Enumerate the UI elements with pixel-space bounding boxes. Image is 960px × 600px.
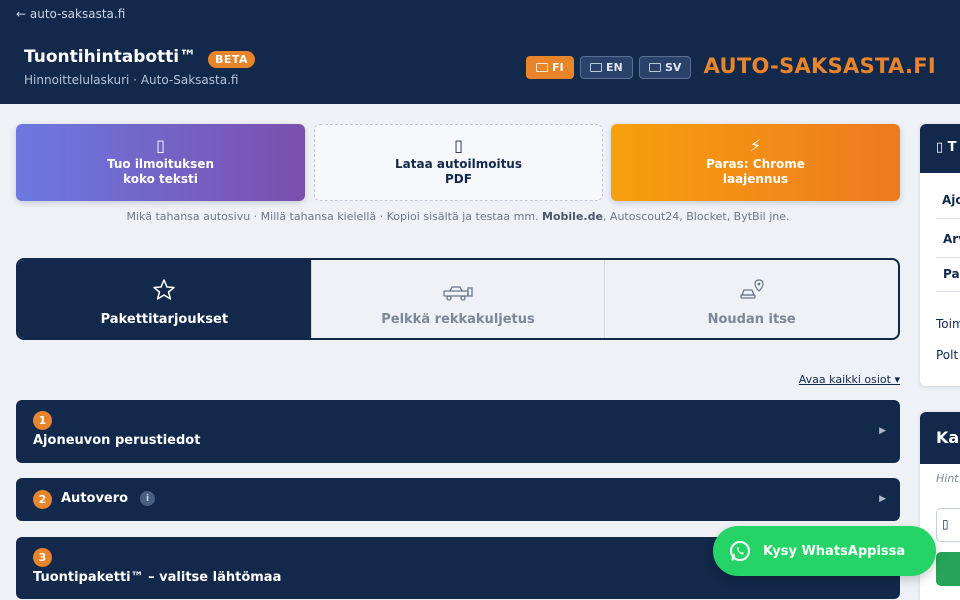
card-label-line1: Lataa autoilmoitus	[395, 157, 522, 171]
tab-label: Noudan itse	[707, 312, 796, 327]
car-pin-icon	[740, 279, 764, 299]
app-title: Tuontihintabotti™	[24, 47, 197, 67]
calculator-panel: Ka Hint ▯	[920, 412, 960, 600]
back-link[interactable]: ← auto-saksasta.fi	[16, 7, 125, 21]
section-title: Autovero	[61, 491, 129, 506]
calculator-subtitle: Hint	[936, 472, 959, 485]
import-hint: Mikä tahansa autosivu · Millä tahansa ki…	[16, 210, 900, 223]
tab-self-pickup[interactable]: Noudan itse	[604, 260, 898, 338]
brand-logo[interactable]: AUTO-SAKSASTA.FI	[704, 54, 936, 78]
divider	[936, 218, 960, 219]
section-number: 2	[33, 490, 52, 509]
calculator-input[interactable]: ▯	[936, 508, 960, 542]
app-subtitle: Hinnoittelulaskuri · Auto-Saksasta.fi	[24, 73, 239, 87]
tab-label: Pakettitarjoukset	[100, 312, 229, 327]
language-code: FI	[552, 61, 564, 74]
card-label-line1: Tuo ilmoituksen	[106, 157, 214, 171]
card-label-line2: PDF	[445, 172, 472, 186]
expand-arrow-icon: ▶	[879, 426, 886, 436]
summary-row: Toim	[936, 317, 960, 331]
clipboard-icon: ▯	[156, 136, 165, 155]
section-vehicle-basics[interactable]: 1 Ajoneuvon perustiedot ▶	[16, 400, 900, 463]
beta-badge: BETA	[208, 51, 256, 68]
language-button-fi[interactable]: FI	[526, 56, 574, 79]
summary-row: Arv	[943, 232, 960, 246]
hint-bold: Mobile.de	[542, 210, 603, 223]
upload-pdf-button[interactable]: ▯ Lataa autoilmoitus PDF	[314, 124, 603, 201]
divider	[936, 257, 960, 258]
tab-truck-transport[interactable]: Pelkkä rekkakuljetus	[310, 260, 605, 338]
open-all-sections-link[interactable]: Avaa kaikki osiot ▾	[799, 373, 900, 386]
tab-label: Pelkkä rekkakuljetus	[381, 312, 535, 327]
language-code: SV	[665, 61, 682, 74]
language-button-en[interactable]: EN	[580, 56, 633, 79]
hint-after: , Autoscout24, Blocket, BytBil jne.	[602, 210, 790, 223]
whatsapp-button[interactable]: Kysy WhatsAppissa	[713, 526, 936, 576]
chrome-extension-button[interactable]: ⚡ Paras: Chrome laajennus	[611, 124, 900, 201]
whatsapp-icon	[730, 541, 750, 561]
divider	[936, 291, 960, 292]
language-button-sv[interactable]: SV	[639, 56, 692, 79]
section-number: 3	[33, 548, 52, 567]
hint-before: Mikä tahansa autosivu · Millä tahansa ki…	[126, 210, 543, 223]
flag-icon	[590, 63, 602, 72]
calculate-button[interactable]	[936, 552, 960, 586]
card-label-line2: koko teksti	[123, 172, 198, 186]
tab-package-offers[interactable]: Pakettitarjoukset	[18, 260, 311, 338]
summary-row: Ajo	[942, 193, 960, 207]
flag-icon	[649, 63, 661, 72]
document-icon: ▯	[454, 136, 463, 155]
section-car-tax[interactable]: 2 Autovero i ▶	[16, 478, 900, 521]
app-header: ← auto-saksasta.fi Tuontihintabotti™ BET…	[0, 0, 960, 104]
flag-icon	[536, 63, 548, 72]
summary-panel-title: ▯ T	[920, 124, 960, 173]
section-number: 1	[33, 411, 52, 430]
calculator-title: Ka	[920, 412, 960, 464]
import-text-button[interactable]: ▯ Tuo ilmoituksen koko teksti	[16, 124, 305, 201]
info-icon[interactable]: i	[140, 491, 155, 506]
star-icon	[153, 279, 176, 300]
delivery-tabs: Pakettitarjoukset Pelkkä rekkakuljetus N…	[16, 258, 900, 340]
language-code: EN	[606, 61, 623, 74]
card-label-line1: Paras: Chrome	[706, 157, 805, 171]
section-title: Ajoneuvon perustiedot	[33, 433, 201, 448]
lightning-icon: ⚡	[749, 136, 762, 155]
whatsapp-label: Kysy WhatsAppissa	[763, 543, 906, 559]
summary-panel: ▯ T Ajo Arv Pa Toim Polt	[920, 124, 960, 386]
card-label-line2: laajennus	[722, 172, 789, 186]
truck-icon	[443, 286, 473, 301]
expand-arrow-icon: ▶	[879, 494, 886, 504]
section-title: Tuontipaketti™ – valitse lähtömaa	[33, 570, 282, 585]
summary-row: Polt	[936, 348, 959, 362]
summary-row: Pa	[943, 267, 960, 281]
input-icon: ▯	[942, 517, 949, 531]
